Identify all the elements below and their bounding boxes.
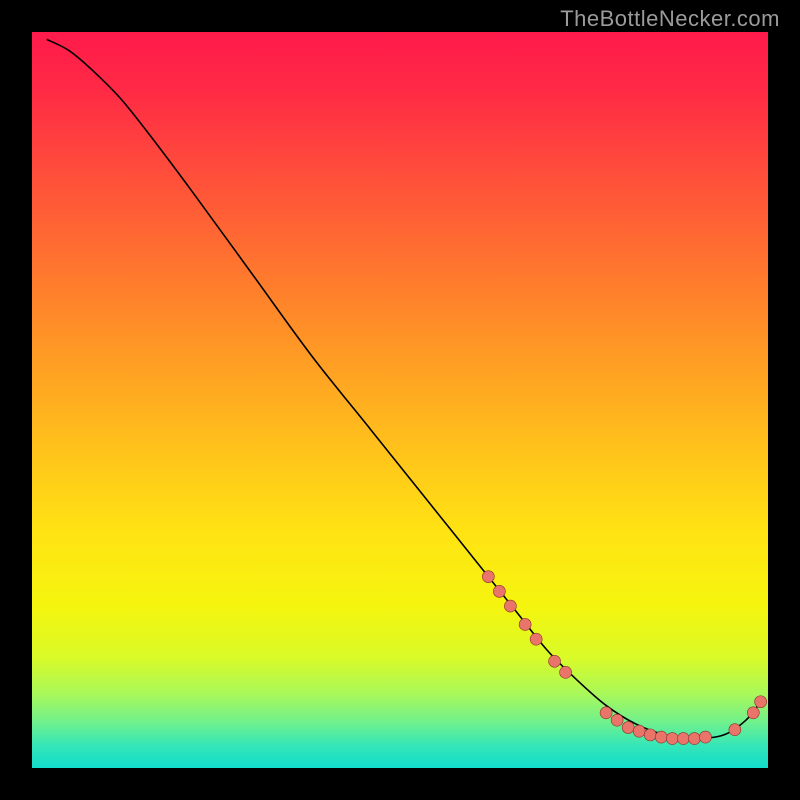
data-marker — [622, 722, 634, 734]
data-marker — [699, 731, 711, 743]
bottleneck-chart — [32, 32, 768, 768]
data-marker — [530, 633, 542, 645]
data-marker — [549, 655, 561, 667]
data-marker — [677, 733, 689, 745]
watermark-text: TheBottleNecker.com — [560, 6, 780, 32]
data-marker — [688, 733, 700, 745]
data-marker — [611, 714, 623, 726]
data-marker — [729, 724, 741, 736]
data-marker — [655, 731, 667, 743]
data-marker — [644, 729, 656, 741]
data-marker — [747, 707, 759, 719]
data-marker — [560, 666, 572, 678]
data-marker — [755, 696, 767, 708]
data-marker — [519, 618, 531, 630]
data-marker — [493, 585, 505, 597]
data-marker — [482, 571, 494, 583]
data-marker — [504, 600, 516, 612]
data-marker — [633, 725, 645, 737]
data-marker — [600, 707, 612, 719]
chart-frame: TheBottleNecker.com — [0, 0, 800, 800]
gradient-background — [32, 32, 768, 768]
data-marker — [666, 733, 678, 745]
